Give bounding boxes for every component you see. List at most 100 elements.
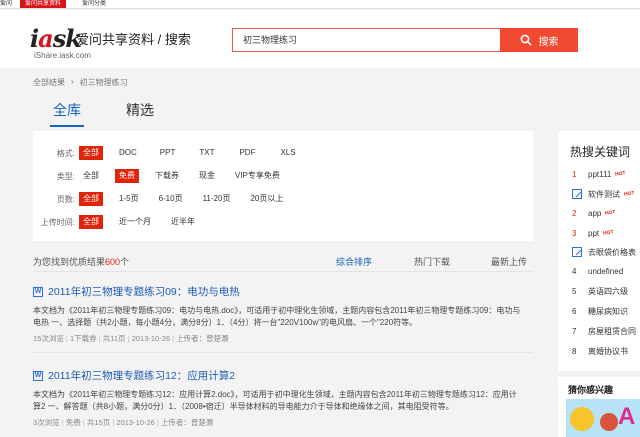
hot-rank: 3 xyxy=(572,228,577,238)
search-input[interactable]: 初三物理练习 xyxy=(232,28,500,52)
sort-newest[interactable]: 最新上传 xyxy=(491,255,527,268)
hot-keyword[interactable]: 6 糖尿病知识 xyxy=(572,304,628,318)
hot-keyword-text[interactable]: 房屋租赁合同 xyxy=(588,326,636,337)
meta-views: 3次浏览 xyxy=(33,418,60,427)
recommend-title: 猜你感兴趣 xyxy=(568,385,614,395)
hot-rank: 6 xyxy=(572,306,577,316)
result-description: 本文档为《2011年初三物理专题练习09：电功与电热.doc》，可适用于初中理化… xyxy=(33,305,538,329)
hot-keyword[interactable]: 去眼袋价格表 xyxy=(572,245,636,259)
filter-label: 格式: xyxy=(56,148,75,158)
result-desc-line: 算2 一、解答题（共8小题，满分0分）1．（2008•宿迁）半导体材料的导电能力… xyxy=(33,402,454,411)
meta-price: 1下载券 xyxy=(64,334,97,343)
site-logo[interactable]: iask 爱问共享资料 / 搜索 iShare.iask.com xyxy=(30,24,191,62)
header: iask 爱问共享资料 / 搜索 iShare.iask.com 初三物理练习 … xyxy=(0,10,640,68)
result-count-suffix: 个 xyxy=(120,257,130,267)
filter-option[interactable]: 11-20页 xyxy=(199,192,235,206)
search-icon xyxy=(520,34,532,46)
hot-keyword-text[interactable]: 软件测试 xyxy=(588,189,620,200)
filter-label: 类型: xyxy=(56,171,75,181)
filter-label: 页数: xyxy=(56,194,75,204)
filter-option[interactable]: 全部 xyxy=(79,169,103,183)
hot-keyword-text[interactable]: undefined xyxy=(588,267,623,276)
result-title-text[interactable]: 2011年初三物理专题练习12：应用计算2 xyxy=(48,368,235,383)
filter-option[interactable]: 免费 xyxy=(115,169,139,183)
hot-keyword-text[interactable]: 糖尿病知识 xyxy=(588,306,628,317)
result-title[interactable]: W 2011年初三物理专题练习09：电功与电热 xyxy=(33,284,538,299)
edit-pen-icon xyxy=(572,189,582,199)
result-title[interactable]: W 2011年初三物理专题练习12：应用计算2 xyxy=(33,368,538,383)
meta-views: 15次浏览 xyxy=(33,334,64,343)
hot-keyword-text[interactable]: 英语四六级 xyxy=(588,286,628,297)
hot-keyword[interactable]: 7 房屋租赁合同 xyxy=(572,324,636,338)
hot-keyword-text[interactable]: 去眼袋价格表 xyxy=(588,247,636,258)
hot-keyword[interactable]: 1 ppt111 HOT xyxy=(572,167,626,181)
hot-keyword-text[interactable]: 离婚协议书 xyxy=(588,346,628,357)
result-meta: 15次浏览1下载券共11页2013-10-26上传者：曾楚灏 xyxy=(33,333,538,344)
sort-popular[interactable]: 热门下载 xyxy=(414,255,450,268)
filter-option[interactable]: 近一个月 xyxy=(115,215,155,229)
site-domain: iShare.iask.com xyxy=(34,51,91,60)
chevron-right-icon: › xyxy=(71,77,74,86)
sun-illustration-icon xyxy=(570,407,594,431)
search-button-label: 搜索 xyxy=(538,36,559,48)
topnav-link-iask[interactable]: 爱问 xyxy=(0,0,12,8)
filter-option[interactable]: PPT xyxy=(156,146,180,160)
hot-rank: 5 xyxy=(572,286,577,296)
breadcrumb-all[interactable]: 全部结果 xyxy=(33,77,65,88)
result-desc-line: 电热 一、选择题（共2小题，每小题4分，满分8分）1．（4分）将一台"220V1… xyxy=(33,318,418,327)
result-title-text[interactable]: 2011年初三物理专题练习09：电功与电热 xyxy=(48,284,240,299)
hot-keyword[interactable]: 软件测试 HOT xyxy=(572,187,635,201)
filter-option[interactable]: 下载券 xyxy=(151,169,183,183)
hot-keyword[interactable]: 8 离婚协议书 xyxy=(572,344,628,358)
hot-keyword[interactable]: 2 app HOT xyxy=(572,206,616,220)
hot-rank: 1 xyxy=(572,169,577,179)
meta-uploader[interactable]: 上传者：曾楚灏 xyxy=(155,418,214,427)
hot-keyword[interactable]: 4 undefined xyxy=(572,264,623,278)
hot-keyword-text[interactable]: ppt111 xyxy=(588,170,611,179)
meta-date: 2013-10-26 xyxy=(110,418,155,427)
meta-uploader[interactable]: 上传者：曾楚灏 xyxy=(170,334,229,343)
filter-option[interactable]: 全部 xyxy=(79,192,103,206)
hot-keyword-text[interactable]: app xyxy=(588,209,601,218)
result-desc-line: 本文档为《2011年初三物理专题练习09：电功与电热.doc》，可适用于初中理化… xyxy=(33,306,521,315)
filter-option[interactable]: DOC xyxy=(115,146,141,160)
result-desc-line: 本文档为《2011年初三物理专题练习12：应用计算2.doc》，可适用于初中理化… xyxy=(33,390,517,399)
result-count-prefix: 为您找到优质结果 xyxy=(33,257,106,267)
filter-option[interactable]: 6-10页 xyxy=(155,192,187,206)
filter-option[interactable]: 近半年 xyxy=(167,215,199,229)
result-description: 本文档为《2011年初三物理专题练习12：应用计算2.doc》，可适用于初中理化… xyxy=(33,389,538,413)
topnav-link-ishare[interactable]: 爱问共享资料 xyxy=(20,0,67,8)
filter-option[interactable]: 全部 xyxy=(79,215,103,229)
hot-keyword[interactable]: 3 ppt HOT xyxy=(572,226,614,240)
search-button[interactable]: 搜索 xyxy=(500,28,578,52)
filter-option[interactable]: VIP专享免费 xyxy=(231,169,284,183)
filter-option[interactable]: 现金 xyxy=(195,169,219,183)
bird-illustration-icon xyxy=(600,413,618,431)
hot-keyword[interactable]: 5 英语四六级 xyxy=(572,284,628,298)
filter-upload-time: 上传时间: 全部 近一个月 近半年 xyxy=(33,213,199,231)
filter-option[interactable]: XLS xyxy=(276,146,299,160)
filter-option[interactable]: PDF xyxy=(235,146,259,160)
library-tabs: 全库 精选 xyxy=(50,100,154,127)
hot-keywords-panel: 热搜关键词 1 ppt111 HOT 软件测试 HOT 2 app HOT 3 … xyxy=(558,131,640,371)
tab-featured[interactable]: 精选 xyxy=(126,100,154,127)
breadcrumb: 全部结果 › 初三物理练习 xyxy=(33,77,128,88)
hot-badge-icon: HOT xyxy=(602,229,615,237)
result-item: W 2011年初三物理专题练习12：应用计算2 本文档为《2011年初三物理专题… xyxy=(33,368,538,428)
hot-keywords-title: 热搜关键词 xyxy=(570,145,631,159)
sort-relevance[interactable]: 综合排序 xyxy=(336,255,372,268)
promo-image[interactable]: A xyxy=(566,399,640,437)
filter-option[interactable]: TXT xyxy=(195,146,218,160)
hot-keyword-text[interactable]: ppt xyxy=(588,229,599,238)
filter-option[interactable]: 20页以上 xyxy=(246,192,287,206)
filter-label: 上传时间: xyxy=(40,217,75,227)
filter-option[interactable]: 全部 xyxy=(79,146,103,160)
hot-rank: 8 xyxy=(572,346,577,356)
topnav-link-category[interactable]: 爱问分类 xyxy=(82,0,106,8)
hot-rank: 7 xyxy=(572,326,577,336)
word-doc-icon: W xyxy=(33,370,43,381)
result-count: 为您找到优质结果600个 xyxy=(33,255,533,268)
tab-all[interactable]: 全库 xyxy=(50,100,84,127)
filter-pages: 页数: 全部 1-5页 6-10页 11-20页 20页以上 xyxy=(33,190,287,208)
filter-option[interactable]: 1-5页 xyxy=(115,192,143,206)
